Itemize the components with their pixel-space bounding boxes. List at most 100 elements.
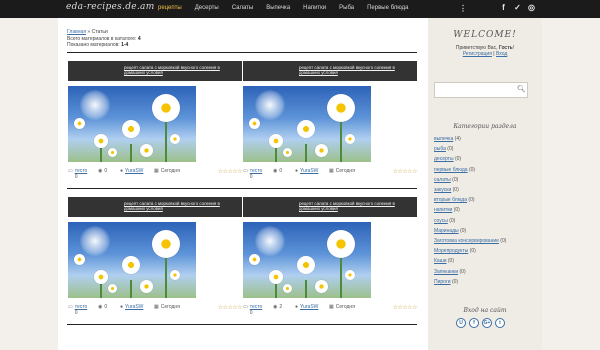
- article-author-link[interactable]: YuraSW: [125, 168, 143, 174]
- more-menu-icon[interactable]: ⋮: [459, 4, 467, 13]
- category-link[interactable]: выпечка: [434, 136, 453, 142]
- rating-stars[interactable]: ☆☆☆☆☆: [218, 304, 243, 311]
- register-link[interactable]: Регистрация: [463, 51, 492, 57]
- rating-stars[interactable]: ☆☆☆☆☆: [393, 168, 418, 175]
- category-link[interactable]: Заготовка консервирование: [434, 238, 499, 244]
- calendar-icon: ▦: [329, 304, 334, 310]
- breadcrumb-home-link[interactable]: Главная: [67, 29, 86, 35]
- category-link[interactable]: напитки: [434, 207, 452, 213]
- rating-stars[interactable]: ☆☆☆☆☆: [393, 304, 418, 311]
- twitter-login-icon[interactable]: t: [495, 318, 505, 328]
- facebook-login-icon[interactable]: f: [469, 318, 479, 328]
- catalog-shown-label: Показано материалов:: [67, 42, 122, 48]
- article-date: Сегодня: [160, 168, 180, 174]
- eye-icon: ◉: [98, 168, 103, 174]
- article-comments-count: 0: [279, 168, 283, 174]
- category-link[interactable]: первые блюда: [434, 167, 468, 173]
- category-count: (0): [452, 187, 459, 194]
- category-count: (0): [451, 278, 459, 285]
- folder-icon: ▭: [68, 168, 73, 174]
- rating-stars[interactable]: ☆☆☆☆☆: [218, 168, 243, 175]
- article-title-link[interactable]: рецепт салата с морковкой вкусного солен…: [299, 65, 411, 75]
- nav-item-recipes[interactable]: рецепты: [158, 5, 182, 11]
- category-count: (0): [469, 248, 476, 255]
- vk-icon[interactable]: ✓: [513, 3, 522, 13]
- category-count: (0): [459, 268, 466, 275]
- category-item: салаты (0): [434, 175, 506, 185]
- eye-icon: ◉: [273, 304, 278, 310]
- category-item: десерты (0): [434, 154, 506, 164]
- article-card: рецепт салата с морковкой вкусного солен…: [68, 197, 243, 316]
- user-icon: ●: [120, 304, 124, 310]
- article-image[interactable]: [243, 222, 371, 298]
- divider: [67, 52, 417, 53]
- category-item: Заготовка консервирование (0): [434, 236, 506, 246]
- categories-title: Категории раздела: [453, 123, 517, 130]
- category-link[interactable]: десерты: [434, 156, 454, 162]
- main-nav: рецепты Десерты Салаты Выпечка Напитки Р…: [158, 5, 408, 11]
- nav-item-baking[interactable]: Выпечка: [266, 5, 290, 11]
- login-link[interactable]: Вход: [496, 51, 507, 57]
- category-item: напитки (0): [434, 205, 506, 215]
- category-item: закуски (0): [434, 185, 506, 195]
- nav-item-first-courses[interactable]: Первые блюда: [367, 5, 408, 11]
- category-link[interactable]: Маринады: [434, 228, 459, 234]
- article-title-link[interactable]: рецепт салата с морковкой вкусного солен…: [124, 65, 236, 75]
- category-link[interactable]: рыба: [434, 146, 446, 152]
- category-link[interactable]: вторые блюда: [434, 197, 467, 203]
- category-item: Пироги (0): [434, 277, 506, 287]
- search-input[interactable]: [434, 82, 528, 98]
- breadcrumb: Главная » Статьи: [67, 29, 108, 35]
- site-logo[interactable]: eda-recipes.de.am: [66, 2, 155, 12]
- article-date: Сегодня: [335, 304, 355, 310]
- category-count: (0): [449, 217, 456, 224]
- category-item: вторые блюда (0): [434, 195, 506, 205]
- calendar-icon: ▦: [154, 168, 159, 174]
- category-count: (0): [447, 146, 454, 153]
- facebook-icon[interactable]: f: [499, 3, 508, 13]
- user-icon: ●: [295, 168, 299, 174]
- category-link[interactable]: Запеканки: [434, 269, 458, 275]
- category-link[interactable]: Пироги: [434, 279, 451, 285]
- category-link[interactable]: Морепродукты: [434, 248, 468, 254]
- category-item: Морепродукты (0): [434, 246, 506, 256]
- category-item: Каши (0): [434, 256, 506, 266]
- category-link[interactable]: закуски: [434, 187, 451, 193]
- article-card-header: рецепт салата с морковкой вкусного солен…: [243, 197, 417, 217]
- article-image[interactable]: [243, 86, 371, 162]
- nav-item-fish[interactable]: Рыба: [339, 5, 354, 11]
- nav-item-desserts[interactable]: Десерты: [195, 5, 219, 11]
- ucoz-login-icon[interactable]: U: [456, 318, 466, 328]
- article-author-link[interactable]: YuraSW: [125, 304, 143, 310]
- article-meta: ▭ тесто 0 ◉ 2 ● YuraSW ▦ Сегодня ☆☆☆☆☆: [243, 304, 418, 316]
- category-link[interactable]: соусы: [434, 218, 448, 224]
- catalog-total: 4: [137, 36, 141, 42]
- greeting-end: !: [512, 45, 515, 51]
- article-card-header: рецепт салата с морковкой вкусного солен…: [68, 61, 242, 81]
- greeting: Приветствую Вас, Гость! Регистрация | Вх…: [428, 45, 542, 57]
- google-plus-login-icon[interactable]: G+: [482, 318, 492, 328]
- eye-icon: ◉: [98, 304, 103, 310]
- article-title-link[interactable]: рецепт салата с морковкой вкусного солен…: [124, 201, 236, 211]
- category-item: первые блюда (0): [434, 165, 506, 175]
- article-card: рецепт салата с морковкой вкусного солен…: [68, 61, 243, 180]
- folder-icon: ▭: [68, 304, 73, 310]
- category-item: выпечка (4): [434, 134, 506, 144]
- article-image[interactable]: [68, 222, 196, 298]
- search-icon[interactable]: 🔍︎: [517, 85, 526, 93]
- category-count: (0): [453, 207, 460, 214]
- category-count: (0): [468, 197, 475, 204]
- article-title-link[interactable]: рецепт салата с морковкой вкусного солен…: [299, 201, 411, 211]
- article-card-header: рецепт салата с морковкой вкусного солен…: [243, 61, 417, 81]
- instagram-icon[interactable]: ◎: [527, 3, 536, 13]
- category-count: (0): [454, 156, 462, 163]
- article-author-link[interactable]: YuraSW: [300, 304, 318, 310]
- nav-item-drinks[interactable]: Напитки: [303, 5, 326, 11]
- calendar-icon: ▦: [329, 168, 334, 174]
- catalog-shown: 1-4: [121, 42, 129, 48]
- article-image[interactable]: [68, 86, 196, 162]
- category-link[interactable]: салаты: [434, 177, 451, 183]
- nav-item-salads[interactable]: Салаты: [232, 5, 254, 11]
- article-author-link[interactable]: YuraSW: [300, 168, 318, 174]
- category-link[interactable]: Каши: [434, 258, 447, 264]
